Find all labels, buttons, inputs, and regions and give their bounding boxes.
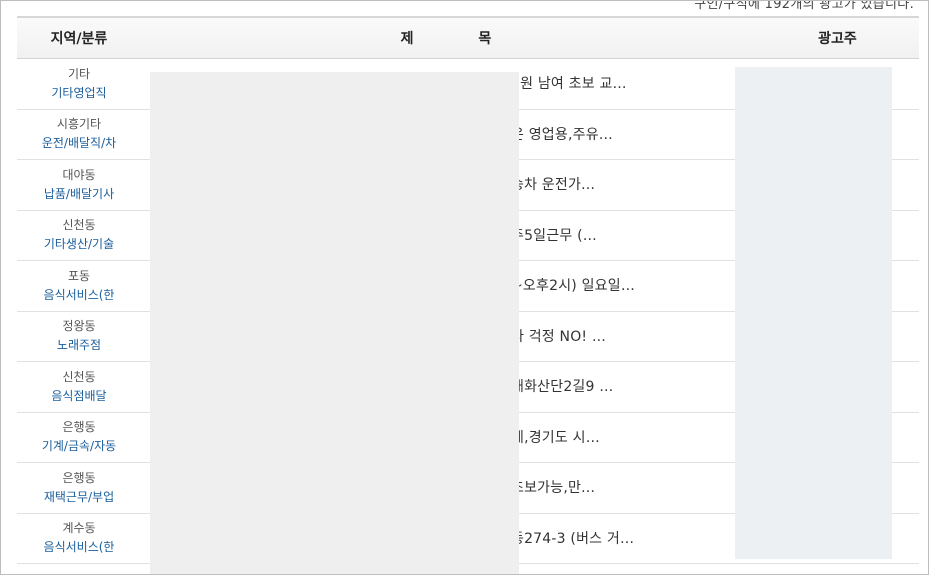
category-link[interactable]: 음식서비스(한 [17,538,141,557]
region-cell: 은행동재택근무/부업 [17,469,141,507]
region-cell: 기타기타영업직 [17,65,141,103]
category-link[interactable]: 음식서비스(한 [17,286,141,305]
listing-count-notice: 구인/구직에 192개의 광고가 있습니다. [694,0,914,12]
advertiser-redaction-block [735,67,892,559]
title-redaction-block [150,72,519,574]
listing-title-link[interactable]: 0원 남여 초보 교… [511,73,627,93]
listing-title-link[interactable]: 다 걱정 NO! … [511,326,606,346]
listing-title-link[interactable]: 승차 운전가… [511,174,595,194]
region-label: 기타 [67,66,91,81]
region-label: 시흥기타 [56,117,102,132]
region-cell: 신천동음식점배달 [17,368,141,406]
category-link[interactable]: 기타생산/기술 [17,235,141,254]
listing-title-link[interactable]: 초보가능,만… [511,477,595,497]
category-link[interactable]: 운전/배달직/차 [17,134,141,153]
region-label: 정왕동 [62,319,96,334]
region-label: 대야동 [62,167,96,182]
region-cell: 시흥기타운전/배달직/차 [17,115,141,153]
listing-title-link[interactable]: 제,경기도 시… [511,427,600,447]
region-cell: 신천동기타생산/기술 [17,216,141,254]
region-label: 포동 [67,268,91,283]
region-cell: 계수동음식서비스(한 [17,519,141,557]
category-link[interactable]: 노래주점 [17,336,141,355]
table-header: 지역/분류 제 목 광고주 [17,16,919,59]
region-cell: 대야동납품/배달기사 [17,166,141,204]
region-label: 은행동 [62,420,96,435]
category-link[interactable]: 기계/금속/자동 [17,437,141,456]
listing-title-link[interactable]: 은 영업용,주유… [511,124,613,144]
region-label: 계수동 [62,521,96,536]
category-link[interactable]: 재택근무/부업 [17,488,141,507]
category-link[interactable]: 기타영업직 [17,84,141,103]
region-label: 신천동 [62,218,96,233]
region-cell: 정왕동노래주점 [17,317,141,355]
column-header-region: 지역/분류 [50,31,108,47]
listing-title-link[interactable]: 동274-3 (버스 거… [511,528,634,548]
region-cell: 포동음식서비스(한 [17,267,141,305]
region-label: 은행동 [62,470,96,485]
category-link[interactable]: 납품/배달기사 [17,185,141,204]
listing-frame: 구인/구직에 192개의 광고가 있습니다. 지역/분류 제 목 광고주 기타 기… [0,0,929,575]
listing-title-link[interactable]: 주5일근무 (… [511,225,597,245]
listing-title-link[interactable]: 새화산단2길9 … [511,376,613,396]
column-header-advertiser: 광고주 [818,31,857,47]
region-cell: 은행동기계/금속/자동 [17,418,141,456]
listing-title-link[interactable]: ~오후2시) 일요일… [511,275,635,295]
region-label: 신천동 [62,369,96,384]
column-header-title: 제 목 [400,31,522,47]
category-link[interactable]: 음식점배달 [17,387,141,406]
